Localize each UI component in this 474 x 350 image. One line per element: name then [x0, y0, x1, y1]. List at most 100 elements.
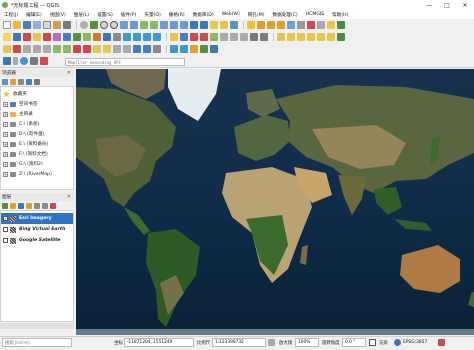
save-project-icon[interactable] [23, 21, 31, 29]
geocoder-icon[interactable] [3, 57, 11, 65]
panel-close-icon[interactable]: ✕ [67, 70, 71, 76]
split-features-icon[interactable] [73, 45, 81, 53]
style-manager-icon[interactable] [63, 21, 71, 29]
save-edits-icon[interactable] [180, 33, 188, 41]
menu-help[interactable]: 帮助(H) [332, 12, 348, 18]
tree-item-drive-f[interactable]: + F:\ (资料文档) [3, 149, 48, 159]
add-postgis-icon[interactable] [103, 33, 111, 41]
tree-item-drive-g[interactable]: + G:\ (资料2) [3, 159, 43, 169]
new-temp-layer-icon[interactable] [43, 33, 51, 41]
messages-icon[interactable] [438, 339, 445, 346]
identify-icon[interactable] [247, 21, 255, 29]
add-spatialite-icon[interactable] [113, 33, 121, 41]
delete-ring-icon[interactable] [33, 45, 41, 53]
add-delimited-text-icon[interactable] [93, 33, 101, 41]
annotation-icon[interactable] [327, 21, 335, 29]
simplify-icon[interactable] [123, 45, 131, 53]
add-raster-icon[interactable] [73, 33, 81, 41]
rotate-label-icon[interactable] [317, 33, 325, 41]
menu-project[interactable]: 工程(J) [4, 12, 18, 18]
bookmark-icon[interactable] [210, 21, 218, 29]
tree-item-spatial-bookmarks[interactable]: + 空间书签 [3, 99, 37, 109]
zoom-in-icon[interactable] [100, 21, 108, 29]
menu-vector[interactable]: 矢量(O) [144, 12, 160, 18]
collapse-all-icon[interactable] [18, 78, 24, 85]
refresh-icon[interactable] [2, 78, 8, 85]
paste-features-icon[interactable] [240, 33, 248, 41]
layer-row-bing-virtual-earth[interactable]: Bing Virtual Earth [1, 224, 73, 235]
tree-item-favorites[interactable]: 收藏夹 [3, 89, 27, 99]
menu-database[interactable]: 数据库(D) [193, 12, 214, 18]
menu-view[interactable]: 视图(V) [50, 12, 66, 18]
offset-curve-icon[interactable] [63, 45, 71, 53]
layer-checkbox[interactable] [3, 227, 8, 232]
zoom-to-layer-icon[interactable] [150, 21, 158, 29]
menu-edit[interactable]: 编辑(E) [26, 12, 42, 18]
zoom-last-icon[interactable] [170, 21, 178, 29]
plugin-tool-3-icon[interactable] [210, 45, 218, 53]
new-project-icon[interactable] [3, 21, 11, 29]
tree-item-drive-z[interactable]: + Z:\ (RiverMap) [3, 169, 52, 179]
pin-labels-icon[interactable] [287, 33, 295, 41]
zoom-native-icon[interactable] [160, 21, 168, 29]
new-spatialite-icon[interactable] [33, 33, 41, 41]
toggle-editing-icon[interactable] [170, 33, 178, 41]
layer-checkbox[interactable] [3, 238, 8, 243]
scale-combo[interactable]: 1:123398732 [212, 338, 266, 347]
collapse-all-icon[interactable] [42, 202, 48, 209]
open-project-icon[interactable] [13, 21, 21, 29]
menu-settings[interactable]: 设置(S) [97, 12, 113, 18]
magnifier-spinbox[interactable]: 100% [295, 338, 319, 347]
globe-crs-icon[interactable] [394, 339, 401, 346]
label-icon[interactable] [277, 33, 285, 41]
move-label-icon[interactable] [307, 33, 315, 41]
panel-tab-strip[interactable] [0, 323, 74, 329]
scale-feature-icon[interactable] [153, 45, 161, 53]
georeferencer-icon[interactable] [170, 45, 178, 53]
plugin-tool-2-icon[interactable] [200, 45, 208, 53]
locate-icon[interactable] [40, 57, 48, 65]
new-shapefile-icon[interactable] [23, 33, 31, 41]
deselect-icon[interactable] [277, 21, 285, 29]
panel-close-icon[interactable]: ✕ [67, 194, 71, 200]
new-geopackage-icon[interactable] [13, 33, 21, 41]
maximize-button[interactable]: □ [438, 0, 456, 10]
filter-icon[interactable] [10, 78, 16, 85]
render-checkbox[interactable] [369, 339, 376, 346]
menu-layer[interactable]: 图层(L) [74, 12, 89, 18]
visibility-icon[interactable] [18, 202, 24, 209]
digitize-icon[interactable] [190, 33, 198, 41]
minimize-button[interactable]: — [420, 0, 438, 10]
menu-web[interactable]: Web(W) [222, 12, 240, 17]
print-layout-icon[interactable] [43, 21, 51, 29]
coordinate-field[interactable]: -11871204, 1551249 [124, 338, 194, 347]
change-label-icon[interactable] [327, 33, 335, 41]
merge-features-icon[interactable] [93, 45, 101, 53]
layer-row-google-satellite[interactable]: Google Satellite [1, 235, 73, 246]
help-icon[interactable] [34, 78, 40, 85]
copy-features-icon[interactable] [230, 33, 238, 41]
crs-label[interactable]: EPSG:3857 [403, 340, 427, 345]
clear-search-icon[interactable] [30, 57, 38, 65]
zoom-out-icon[interactable] [110, 21, 118, 29]
menu-processing[interactable]: 数据处理(C) [273, 12, 298, 18]
pan-to-selection-icon[interactable] [90, 21, 98, 29]
measure-icon[interactable] [317, 21, 325, 29]
statistics-icon[interactable] [307, 21, 315, 29]
menu-hcmgis[interactable]: HCMGIS [306, 12, 324, 17]
select-by-value-icon[interactable] [267, 21, 275, 29]
menu-raster[interactable]: 栅格(R) [169, 12, 185, 18]
lock-scale-icon[interactable] [268, 339, 275, 346]
tree-item-drive-d[interactable]: + D:\ (软件盘) [3, 129, 44, 139]
delete-part-icon[interactable] [43, 45, 51, 53]
locator-search-input[interactable] [2, 338, 72, 347]
rotation-spinbox[interactable]: 0.0 ° [342, 338, 366, 347]
layer-checkbox[interactable]: ✓ [3, 216, 8, 221]
map-canvas[interactable] [76, 69, 474, 335]
data-source-manager-icon[interactable] [3, 33, 11, 41]
new-virtual-layer-icon[interactable] [53, 33, 61, 41]
enable-properties-icon[interactable] [26, 78, 32, 85]
tree-item-drive-e[interactable]: + E:\ (资料备份) [3, 139, 48, 149]
add-wcs-icon[interactable] [143, 33, 151, 41]
geocoding-search-input[interactable] [65, 58, 185, 66]
